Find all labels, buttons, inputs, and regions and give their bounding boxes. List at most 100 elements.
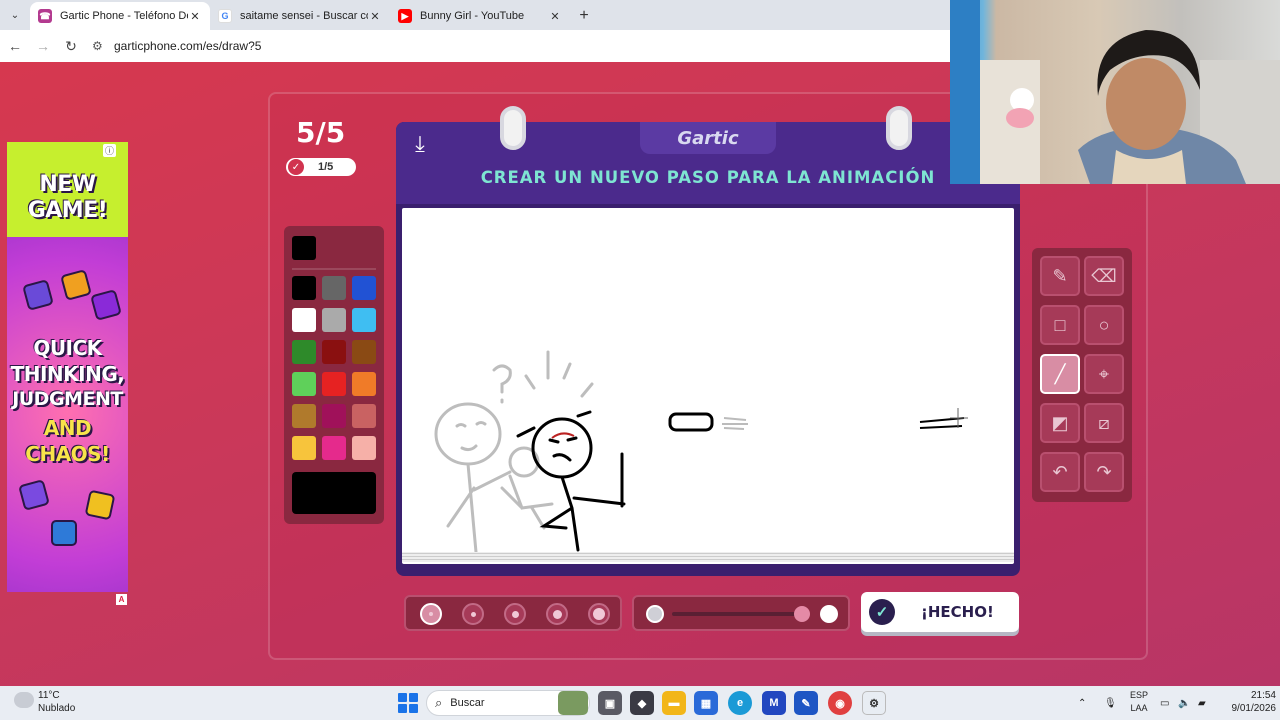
ad-text: QUICK	[33, 336, 102, 360]
file-explorer-icon[interactable]: ▬	[662, 691, 686, 715]
active-color-preview[interactable]	[292, 472, 376, 514]
new-tab-plus-icon[interactable]: +	[570, 2, 598, 30]
color-swatch[interactable]	[292, 436, 316, 460]
windows-taskbar: 11°C Nublado ⌕ Buscar ▣ ◆ ▬ ▦ e M ✎ ◉ ⚙ …	[0, 686, 1280, 720]
eyedropper-tool-icon[interactable]: ⌖	[1084, 354, 1124, 394]
line-tool-icon[interactable]: ╱	[1040, 354, 1080, 394]
download-icon[interactable]: ⤓	[406, 130, 434, 158]
keyboard-layout: LAA	[1130, 703, 1148, 713]
ad-game-tile-icon	[90, 289, 122, 321]
ad-text: JUDGMENT	[12, 388, 123, 410]
opacity-slider	[632, 595, 850, 631]
tab-google-search[interactable]: G saitame sensei - Buscar con Go ✕	[210, 2, 390, 30]
color-swatch[interactable]	[352, 340, 376, 364]
task-view-icon[interactable]: ▣	[598, 691, 622, 715]
done-button[interactable]: ✓ ¡HECHO!	[861, 592, 1019, 632]
brush-size-1[interactable]	[420, 603, 442, 625]
close-icon[interactable]: ✕	[548, 10, 562, 23]
windows-start-icon[interactable]	[398, 693, 418, 713]
tool-panel: ✎ ⌫ □ ○ ╱ ⌖ ◩ ⧄ ↶ ↷	[1032, 248, 1132, 502]
color-swatch[interactable]	[292, 308, 316, 332]
ad-text: CHAOS!	[25, 442, 110, 466]
site-settings-icon[interactable]: ⚙	[92, 39, 114, 53]
youtube-favicon-icon: ▶	[398, 9, 412, 23]
color-swatch[interactable]	[292, 276, 316, 300]
brush-size-2[interactable]	[462, 603, 484, 625]
microphone-icon[interactable]: 🎙	[1104, 686, 1117, 720]
color-swatch[interactable]	[352, 404, 376, 428]
edge-browser-icon[interactable]: e	[728, 691, 752, 715]
color-palette	[284, 226, 384, 524]
tray-overflow-icon[interactable]: ⌃	[1078, 686, 1086, 720]
mail-icon[interactable]: M	[762, 691, 786, 715]
close-icon[interactable]: ✕	[368, 10, 382, 23]
close-icon[interactable]: ✕	[188, 10, 202, 23]
chrome-browser-icon[interactable]: ◉	[828, 691, 852, 715]
color-swatch[interactable]	[322, 436, 346, 460]
ad-game-tile-icon	[60, 269, 92, 301]
ad-banner[interactable]: ⓘ NEW GAME! QUICK THINKING, JUDGMENT AND…	[7, 142, 128, 592]
players-done-count: 1/5	[318, 161, 334, 173]
tab-search-chevron-icon[interactable]: ⌄	[0, 0, 30, 30]
opacity-max-icon	[820, 605, 838, 623]
settings-gear-icon[interactable]: ⚙	[862, 691, 886, 715]
search-highlight-icon[interactable]	[558, 691, 588, 715]
color-swatch[interactable]	[322, 404, 346, 428]
brush-size-4[interactable]	[546, 603, 568, 625]
color-swatch[interactable]	[322, 308, 346, 332]
brush-size-3[interactable]	[504, 603, 526, 625]
store-icon[interactable]: ▦	[694, 691, 718, 715]
tab-youtube[interactable]: ▶ Bunny Girl - YouTube ✕	[390, 2, 570, 30]
opacity-track[interactable]	[672, 612, 806, 616]
ad-text: GAME!	[27, 198, 108, 223]
players-done-badge: ✓ 1/5	[286, 158, 356, 176]
search-icon: ⌕	[435, 695, 443, 710]
color-swatch[interactable]	[322, 372, 346, 396]
weather-widget[interactable]: 11°C Nublado	[14, 688, 114, 718]
color-swatch[interactable]	[322, 276, 346, 300]
done-button-label: ¡HECHO!	[921, 603, 994, 621]
tab-gartic[interactable]: ☎ Gartic Phone - Teléfono Descon ✕	[30, 2, 210, 30]
reload-icon[interactable]: ↻	[58, 33, 84, 59]
ad-text: THINKING,	[10, 362, 125, 386]
layer-toggle-icon[interactable]: ⧄	[1084, 403, 1124, 443]
opacity-min-icon	[646, 605, 664, 623]
color-swatch[interactable]	[352, 308, 376, 332]
task-prompt: CREAR UN NUEVO PASO PARA LA ANIMACIÓN	[480, 168, 936, 187]
opacity-slider-handle[interactable]	[794, 606, 810, 622]
volume-icon[interactable]: 🔈	[1178, 686, 1190, 720]
redo-icon[interactable]: ↷	[1084, 452, 1124, 492]
address-bar[interactable]: ⚙ garticphone.com/es/draw?5	[92, 33, 972, 59]
weather-temperature: 11°C	[38, 690, 60, 701]
current-color-swatch	[292, 236, 316, 260]
color-swatch[interactable]	[352, 372, 376, 396]
editor-icon[interactable]: ✎	[794, 691, 818, 715]
back-arrow-icon[interactable]: ←	[2, 33, 28, 59]
battery-icon[interactable]: ▰	[1198, 686, 1206, 720]
fill-bucket-tool-icon[interactable]: ◩	[1040, 403, 1080, 443]
undo-icon[interactable]: ↶	[1040, 452, 1080, 492]
binder-ring	[886, 106, 912, 150]
color-swatch[interactable]	[292, 404, 316, 428]
ad-info-icon[interactable]: ⓘ	[103, 144, 117, 157]
ad-choices-icon[interactable]: A	[116, 594, 127, 605]
rectangle-tool-icon[interactable]: □	[1040, 305, 1080, 345]
language-indicator[interactable]: ESP LAA	[1126, 689, 1152, 715]
forward-arrow-icon[interactable]: →	[30, 33, 56, 59]
drawing-canvas[interactable]	[402, 208, 1014, 564]
pencil-tool-icon[interactable]: ✎	[1040, 256, 1080, 296]
eraser-tool-icon[interactable]: ⌫	[1084, 256, 1124, 296]
app-cube-icon[interactable]: ◆	[630, 691, 654, 715]
color-swatch[interactable]	[352, 276, 376, 300]
system-clock[interactable]: 21:54 9/01/2026	[1220, 689, 1277, 715]
tab-title: saitame sensei - Buscar con Go	[240, 10, 368, 22]
network-icon[interactable]: ▭	[1160, 686, 1169, 720]
color-swatch[interactable]	[322, 340, 346, 364]
brush-size-5[interactable]	[588, 603, 610, 625]
language-code: ESP	[1129, 690, 1148, 700]
color-swatch[interactable]	[292, 340, 316, 364]
color-swatch[interactable]	[352, 436, 376, 460]
ellipse-tool-icon[interactable]: ○	[1084, 305, 1124, 345]
ad-text: AND	[43, 416, 92, 440]
color-swatch[interactable]	[292, 372, 316, 396]
